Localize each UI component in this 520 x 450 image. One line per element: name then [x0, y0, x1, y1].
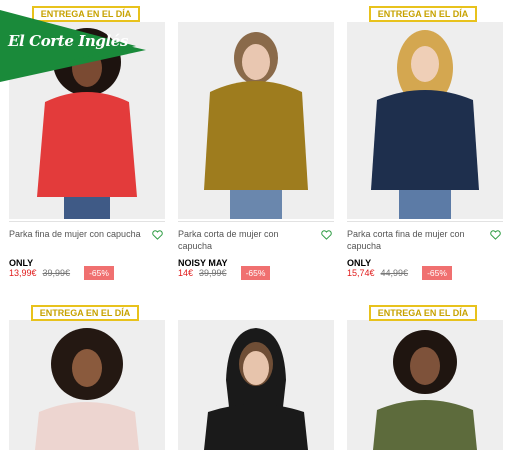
product-card[interactable]: ENTREGA EN EL DÍA	[347, 0, 503, 450]
model-figure	[35, 328, 139, 450]
same-day-delivery-badge: ENTREGA EN EL DÍA	[31, 305, 139, 321]
same-day-delivery-badge: ENTREGA EN EL DÍA	[369, 6, 477, 22]
product-image[interactable]	[178, 320, 334, 450]
logo-text: El Corte Inglés	[8, 32, 128, 50]
el-corte-ingles-logo[interactable]: El Corte Inglés	[0, 10, 148, 82]
product-image[interactable]	[9, 320, 165, 450]
same-day-delivery-badge: ENTREGA EN EL DÍA	[369, 305, 477, 321]
model-figure	[373, 330, 477, 450]
product-card[interactable]	[178, 0, 334, 450]
model-figure	[204, 328, 308, 450]
product-image[interactable]	[347, 320, 503, 450]
